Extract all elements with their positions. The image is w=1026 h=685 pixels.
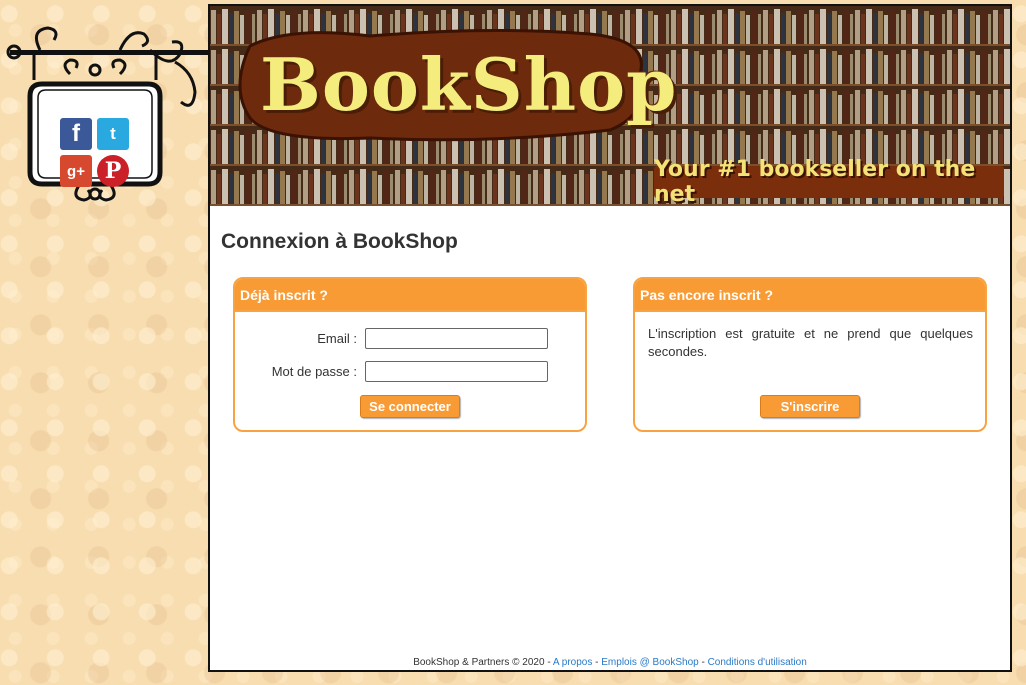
pinterest-glyph: P (104, 158, 122, 184)
footer-link-terms[interactable]: Conditions d'utilisation (708, 657, 807, 668)
pinterest-icon[interactable]: P (97, 155, 129, 187)
login-button[interactable]: Se connecter (360, 395, 460, 418)
footer-separator: - (698, 657, 708, 668)
register-description: L'inscription est gratuite et ne prend q… (648, 326, 973, 359)
password-field[interactable] (365, 361, 548, 382)
login-panel: Déjà inscrit ? Email : Mot de passe : Se… (233, 277, 587, 432)
email-label: Email : (317, 331, 357, 346)
password-row: Mot de passe : (235, 361, 585, 383)
register-panel-header: Pas encore inscrit ? (635, 279, 985, 312)
bookshop-logo: BookShop (260, 42, 678, 127)
hanging-sign: f t g+ P (0, 22, 210, 212)
banner: BookShop Your #1 bookseller on the net (210, 6, 1010, 206)
footer-link-jobs[interactable]: Emplois @ BookShop (601, 657, 698, 668)
login-panel-header: Déjà inscrit ? (235, 279, 585, 312)
main-container: BookShop Your #1 bookseller on the net C… (208, 4, 1012, 672)
register-button[interactable]: S'inscrire (760, 395, 860, 418)
googleplus-icon[interactable]: g+ (60, 155, 92, 187)
twitter-glyph: t (110, 124, 116, 143)
page-title: Connexion à BookShop (221, 230, 458, 253)
footer-separator: - (592, 657, 602, 668)
email-row: Email : (235, 328, 585, 350)
email-field[interactable] (365, 328, 548, 349)
register-panel: Pas encore inscrit ? L'inscription est g… (633, 277, 987, 432)
facebook-icon[interactable]: f (60, 118, 92, 150)
twitter-icon[interactable]: t (97, 118, 129, 150)
footer-copyright: BookShop & Partners © 2020 - (413, 657, 551, 668)
footer: BookShop & Partners © 2020 - A propos - … (210, 657, 1010, 668)
googleplus-glyph: g+ (67, 162, 85, 180)
password-label: Mot de passe : (271, 364, 357, 379)
facebook-glyph: f (72, 120, 80, 147)
banner-tagline: Your #1 bookseller on the net (654, 157, 1004, 206)
footer-link-about[interactable]: A propos (553, 657, 592, 668)
